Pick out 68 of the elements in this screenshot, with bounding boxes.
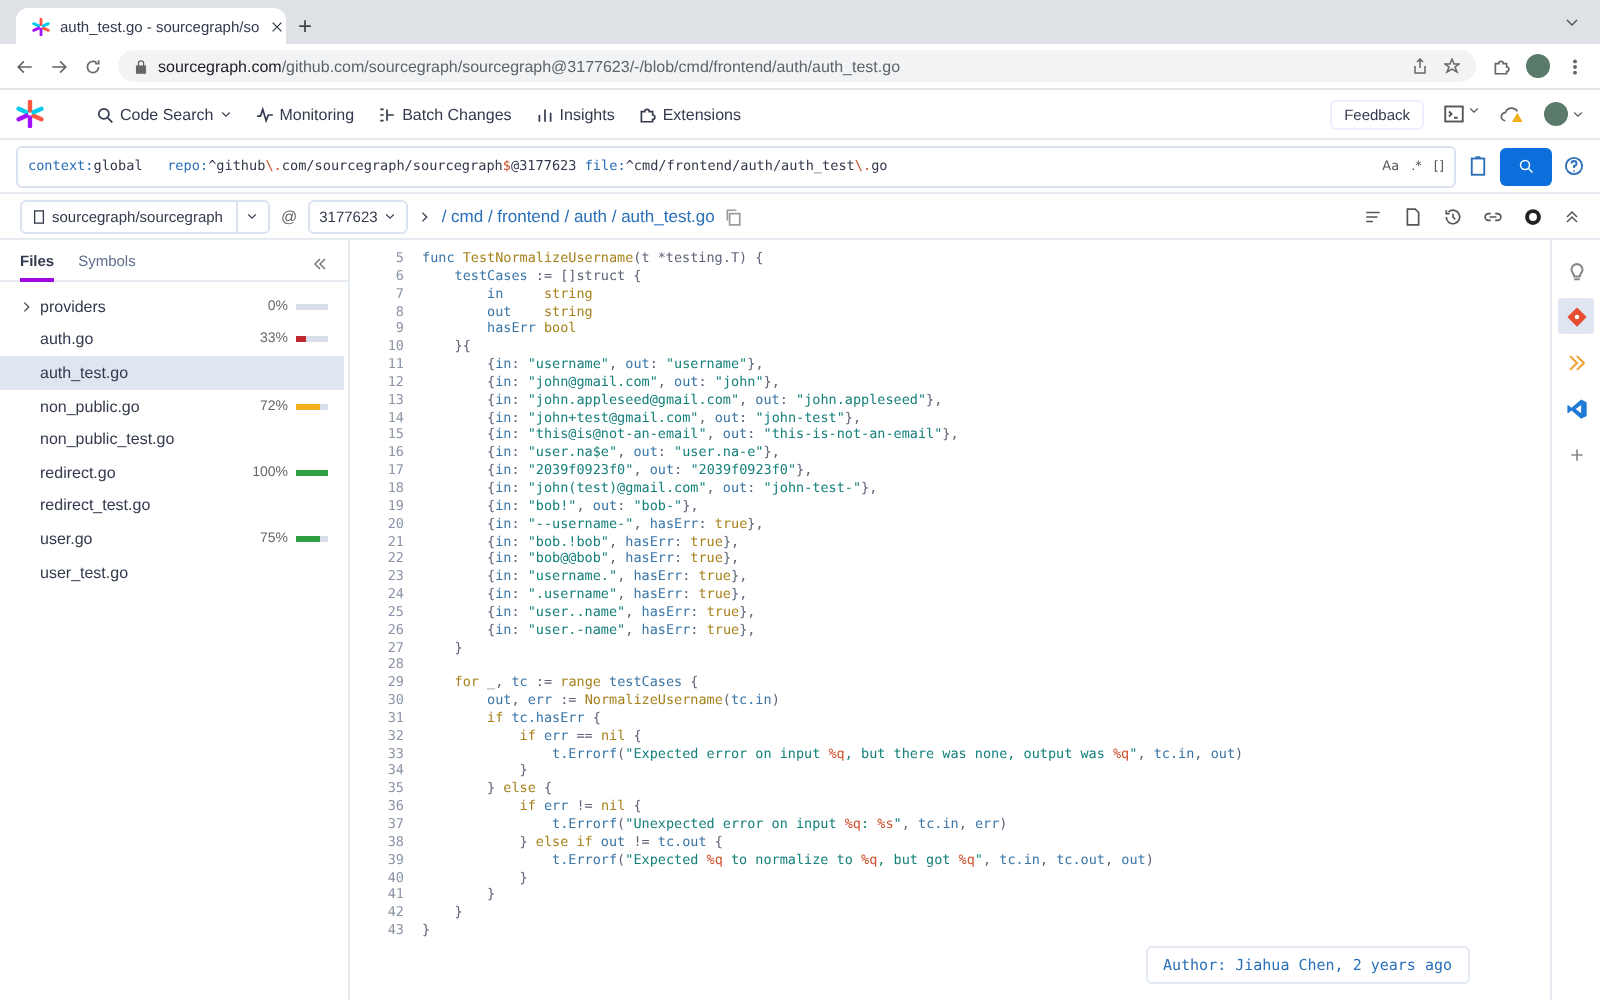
clipboard-icon <box>1468 156 1488 176</box>
copy-icon <box>724 207 743 225</box>
forward-icon <box>50 57 68 75</box>
caret-icon <box>1572 108 1584 120</box>
search-button[interactable] <box>1500 147 1552 185</box>
file-tree-item[interactable]: user_test.go <box>0 555 344 589</box>
caret-icon <box>1468 104 1480 116</box>
star-icon <box>1444 58 1460 74</box>
logo-icon[interactable] <box>16 100 44 128</box>
bar-chart-icon <box>535 105 554 123</box>
collapse-left-icon <box>312 255 328 271</box>
list-icon <box>378 105 397 123</box>
nav-link[interactable]: Batch Changes <box>378 105 512 123</box>
logo-icon <box>32 17 50 35</box>
puzzle-icon <box>1492 57 1510 75</box>
chevrons-icon <box>1565 351 1587 373</box>
new-tab-button[interactable]: + <box>298 12 313 40</box>
url-field[interactable]: sourcegraph.com/github.com/sourcegraph/sourcegraph@3177623/-/blob/cmd/frontend/auth/auth_test.go <box>118 50 1476 82</box>
search-icon <box>96 105 114 123</box>
copy-path-button[interactable] <box>724 207 743 225</box>
caret-icon <box>246 210 259 222</box>
help-button[interactable] <box>1564 156 1584 176</box>
save-search-button[interactable] <box>1468 156 1488 176</box>
nav-link[interactable]: Code Search <box>96 105 232 123</box>
coverage-bar <box>296 336 328 343</box>
search-icon <box>1518 158 1534 174</box>
reload-button[interactable] <box>84 57 102 75</box>
file-tree-item[interactable]: redirect_test.go <box>0 489 344 523</box>
link-icon <box>1484 207 1502 225</box>
puzzle-icon <box>638 105 657 123</box>
avatar[interactable] <box>1526 54 1550 78</box>
coverage-bar <box>296 303 328 310</box>
close-icon <box>269 19 284 33</box>
collapse-up-icon <box>1564 208 1580 224</box>
vscode-icon <box>1565 397 1587 419</box>
forward-button[interactable] <box>50 57 68 75</box>
file-path[interactable]: / cmd / frontend / auth / auth_test.go <box>441 206 715 226</box>
terminal-icon <box>1444 104 1464 124</box>
plus-icon <box>1567 445 1585 463</box>
back-button[interactable] <box>16 57 34 75</box>
extension-button[interactable] <box>1558 298 1594 334</box>
chevron-right-icon <box>20 299 34 314</box>
coverage-bar <box>296 535 328 542</box>
terminal-button[interactable] <box>1444 104 1480 124</box>
at-sign: @ <box>280 207 298 225</box>
help-icon <box>1564 156 1584 176</box>
lock-icon <box>134 59 148 73</box>
nav-link[interactable]: Monitoring <box>255 105 355 123</box>
cloud-warning-icon[interactable] <box>1500 104 1524 124</box>
caret-icon <box>383 210 396 222</box>
nav-link[interactable]: Insights <box>535 105 615 123</box>
pulse-icon <box>255 105 274 123</box>
nav-link[interactable]: Extensions <box>638 105 741 123</box>
url-text: sourcegraph.com/github.com/sourcegraph/sourcegraph@3177623/-/blob/cmd/frontend/auth/auth_test.go <box>158 57 901 75</box>
caret-icon <box>1564 14 1580 30</box>
file-icon <box>1404 207 1422 225</box>
user-menu[interactable] <box>1544 102 1584 126</box>
coverage-bar <box>296 403 328 410</box>
file-tree-item[interactable]: auth_test.go <box>0 356 344 390</box>
lightbulb-icon <box>1565 259 1587 281</box>
reload-icon <box>84 57 102 75</box>
chevron-right-icon <box>417 209 432 223</box>
file-tree-item[interactable]: non_public_test.go <box>0 422 344 456</box>
back-icon <box>16 57 34 75</box>
wrap-icon <box>1364 207 1382 225</box>
history-icon <box>1444 207 1462 225</box>
share-icon <box>1412 58 1428 74</box>
coverage-bar <box>296 469 328 476</box>
